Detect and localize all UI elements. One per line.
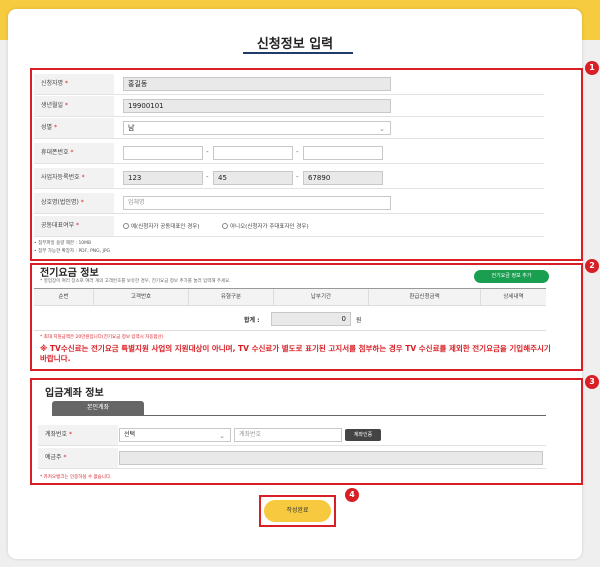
radio-co-rep-no[interactable]: 아니오(신청자가 주대표자인 경우) [222, 222, 309, 230]
account-section-title: 입금계좌 정보 [45, 388, 104, 399]
radio-icon [222, 223, 228, 229]
electricity-description: * 영업장이 여러 장소로 여러 개의 고객번호를 보유한 경우, 전기요금 정… [40, 279, 231, 284]
bizno-field-2[interactable]: 45 [213, 171, 293, 185]
page-title: 신청정보 입력 [256, 37, 334, 52]
label-bizno: 사업자등록번호 * [34, 168, 114, 188]
row-account-number: 계좌번호 * 선택 ⌄ 계좌번호 계좌인증 [38, 425, 546, 446]
electricity-total-row: 합계 : 0 원 [34, 307, 546, 331]
col-header: 순번 [34, 289, 94, 306]
verify-account-button[interactable]: 계좌인증 [345, 429, 381, 441]
dash: - [206, 148, 209, 156]
label-gender: 성별 * [34, 118, 114, 138]
label-account-number: 계좌번호 * [38, 425, 118, 445]
account-number-input[interactable]: 계좌번호 [234, 428, 342, 442]
attachment-size-note: • 첨부파일 용량 제한 : 10MB [34, 241, 92, 246]
total-unit: 원 [356, 317, 362, 324]
col-header: 유형구분 [189, 289, 274, 306]
add-electricity-info-button[interactable]: 전기요금 정보 추가 [474, 270, 549, 283]
step-badge-1: 1 [585, 61, 599, 75]
row-bizno: 사업자등록번호 * 123 - 45 - 67890 [34, 168, 544, 189]
phone-field-2[interactable] [213, 146, 293, 160]
step-badge-3: 3 [585, 375, 599, 389]
birthdate-field[interactable]: 19900101 [123, 99, 391, 113]
col-header: 상세내역 [503, 294, 524, 300]
row-applicant-name: 신청자명 * 홍길동 [34, 74, 544, 95]
dash: - [206, 173, 209, 181]
row-co-rep: 공동대표여부 * 예(신청자가 공동대표인 경우) 아니오(신청자가 주대표자인… [34, 216, 544, 237]
radio-icon [123, 223, 129, 229]
label-birthdate: 생년월일 * [34, 96, 114, 116]
step-badge-4: 4 [345, 488, 359, 502]
row-gender: 성별 * 남 ⌄ [34, 118, 544, 139]
attachment-ext-note: • 첨부 가능한 확장자 : PDF, PNG, JPG [34, 249, 111, 254]
phone-field-1[interactable] [123, 146, 203, 160]
row-birthdate: 생년월일 * 19900101 [34, 96, 544, 117]
phone-field-3[interactable] [303, 146, 383, 160]
col-header: 환급신청금액 [369, 289, 481, 306]
gender-select[interactable]: 남 ⌄ [123, 121, 391, 135]
chevron-down-icon: ⌄ [219, 432, 225, 440]
label-applicant-name: 신청자명 * [34, 74, 114, 94]
account-holder-field [119, 451, 543, 465]
bank-select[interactable]: 선택 ⌄ [119, 428, 231, 442]
tv-fee-notice: ※ TV수신료는 전기요금 특별지원 사업의 지원대상이 아니며, TV 수신료… [40, 344, 551, 363]
dash: - [296, 173, 299, 181]
row-company: 상호명(법인명) * 업체명 [34, 193, 544, 214]
label-account-holder: 예금주 * [38, 448, 118, 468]
max-support-note: * 최대 지원금액은 20만원입니다(전기요금 정보 입력시 자동합산) [40, 335, 164, 340]
radio-co-rep-yes[interactable]: 예(신청자가 공동대표인 경우) [123, 222, 200, 230]
bizno-field-3[interactable]: 67890 [303, 171, 383, 185]
col-header: 고객번호 [94, 289, 189, 306]
title-underline [243, 52, 353, 54]
submit-button[interactable]: 작성완료 [264, 500, 331, 522]
kakaobank-note: * 카카오뱅크는 인증하실 수 없습니다. [40, 475, 112, 480]
bizno-field-1[interactable]: 123 [123, 171, 203, 185]
chevron-down-icon: ⌄ [379, 125, 385, 133]
company-name-input[interactable]: 업체명 [123, 196, 391, 210]
tab-own-account[interactable]: 본인계좌 [52, 401, 144, 415]
tab-underline [52, 415, 546, 416]
electricity-section-title: 전기요금 정보 [40, 268, 99, 279]
label-company: 상호명(법인명) * [34, 193, 114, 213]
applicant-name-field[interactable]: 홍길동 [123, 77, 391, 91]
dash: - [296, 148, 299, 156]
label-phone: 휴대폰번호 * [34, 143, 114, 163]
label-co-rep: 공동대표여부 * [34, 216, 114, 236]
row-account-holder: 예금주 * [38, 448, 546, 469]
row-phone: 휴대폰번호 * - - [34, 143, 544, 164]
col-header: 납부기간 [274, 289, 369, 306]
step-badge-2: 2 [585, 259, 599, 273]
total-label: 합계 : [244, 317, 260, 324]
total-amount-field: 0 [271, 312, 351, 326]
electricity-table-header: 순번 고객번호 유형구분 납부기간 환급신청금액 상세내역 [34, 288, 546, 306]
